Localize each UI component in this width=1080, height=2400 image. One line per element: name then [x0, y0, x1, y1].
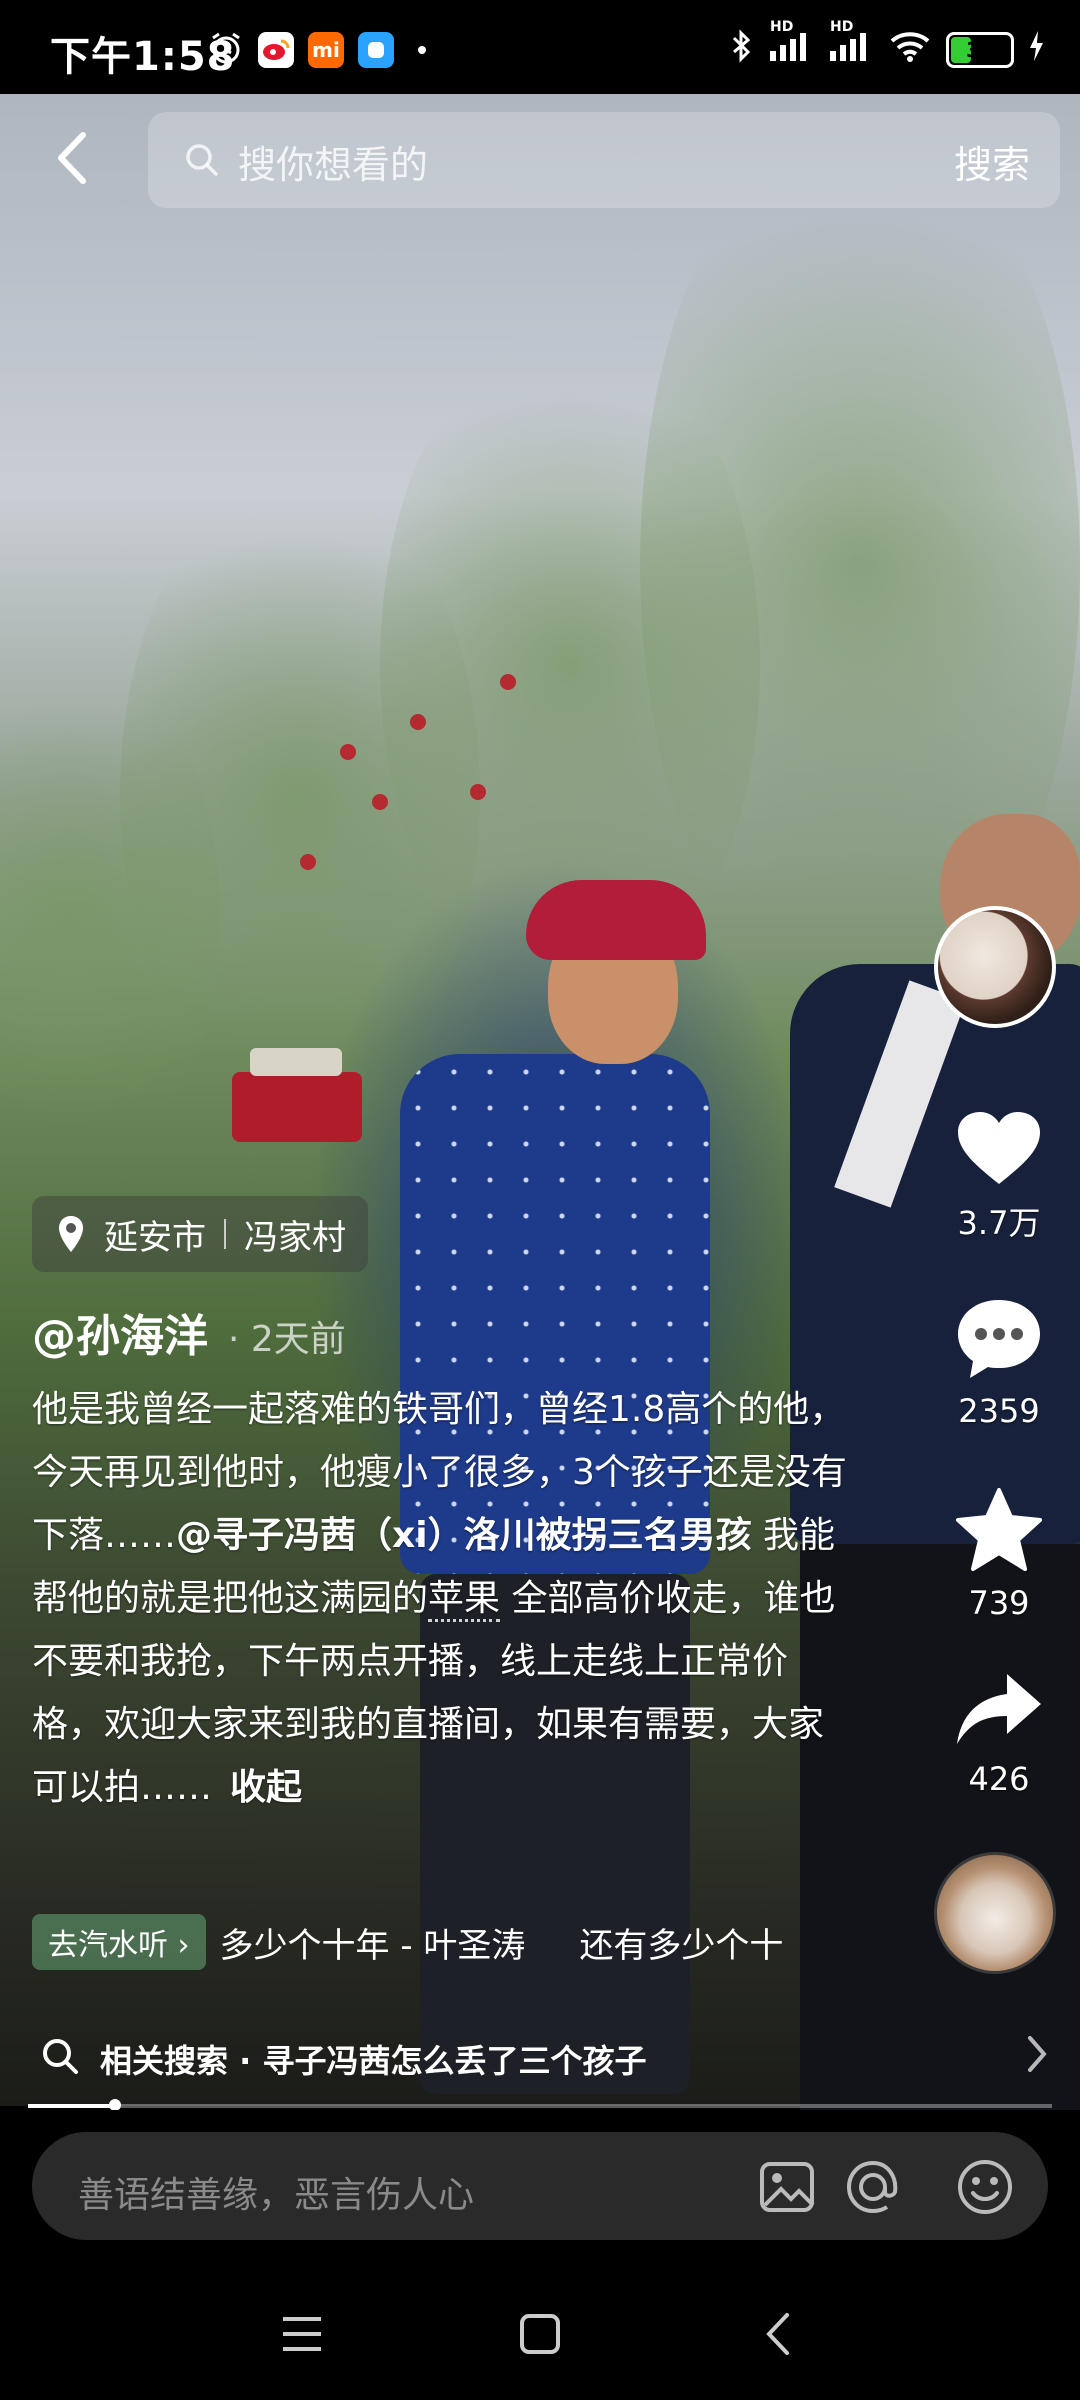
battery-icon: 33 [946, 32, 1014, 68]
post-time: · 2天前 [228, 1319, 346, 1360]
favorite-count: 739 [968, 1584, 1030, 1622]
image-icon[interactable] [756, 2156, 818, 2218]
status-bar: 下午1:58 mi HD HD 33 [0, 0, 1080, 94]
screen: 下午1:58 mi HD HD 33 搜你想看的 搜索 3.7万 2359 73… [0, 0, 1080, 2400]
battery-level: 33 [966, 38, 994, 62]
music-tag[interactable]: 去汽水听 › [32, 1914, 206, 1970]
app-icon [358, 32, 394, 68]
music-row[interactable]: 去汽水听 › 多少个十年 - 叶圣涛 还有多少个十 [32, 1914, 892, 1970]
author-name[interactable]: @孙海洋 [32, 1300, 208, 1364]
comment-bubble-icon [958, 1300, 1040, 1378]
search-icon [40, 2036, 80, 2084]
related-search-text: 相关搜索 · 寻子冯茜怎么丢了三个孩子 [100, 2042, 647, 2080]
search-placeholder: 搜你想看的 [238, 143, 429, 187]
alarm-icon [208, 30, 244, 70]
status-right: HD HD 33 [730, 19, 1044, 72]
comment-area: 善语结善缘，恶言伤人心 [0, 2110, 1080, 2260]
hd-label-2: HD [830, 19, 854, 35]
location-chip[interactable]: 延安市 冯家村 [32, 1196, 368, 1272]
comment-count: 2359 [958, 1392, 1040, 1430]
share-button[interactable]: 426 [934, 1670, 1064, 1798]
mi-icon: mi [308, 32, 344, 68]
search-icon [184, 142, 220, 182]
search-button[interactable]: 搜索 [954, 134, 1030, 189]
comment-input[interactable]: 善语结善缘，恶言伤人心 [32, 2132, 1048, 2240]
collapse-button[interactable]: 收起 [230, 1767, 302, 1808]
nav-back-icon[interactable] [748, 2304, 808, 2364]
comment-placeholder: 善语结善缘，恶言伤人心 [78, 2175, 475, 2216]
music-track: 多少个十年 - 叶圣涛 [219, 1925, 526, 1966]
home-square-icon[interactable] [510, 2304, 570, 2364]
video-caption: 他是我曾经一起落难的铁哥们，曾经1.8高个的他，今天再见到他时，他瘦小了很多，3… [32, 1378, 852, 1819]
heart-icon [958, 1112, 1040, 1184]
music-track-scroll: 还有多少个十 [579, 1925, 784, 1966]
comment-button[interactable]: 2359 [934, 1296, 1064, 1430]
hd-label-1: HD [770, 19, 794, 35]
menu-icon[interactable] [272, 2304, 332, 2364]
chevron-right-icon [1026, 2034, 1050, 2082]
status-app-icons: mi [208, 30, 426, 70]
back-arrow-icon [58, 132, 86, 184]
at-mention-icon[interactable] [842, 2156, 904, 2218]
back-button[interactable] [44, 126, 100, 190]
tricycle-cart [232, 1048, 362, 1142]
location-city: 延安市 [104, 1217, 206, 1258]
emoji-icon[interactable] [954, 2156, 1016, 2218]
location-pin-icon [59, 1216, 83, 1252]
like-button[interactable]: 3.7万 [934, 1108, 1064, 1244]
location-village: 冯家村 [244, 1217, 346, 1258]
author-avatar[interactable] [934, 906, 1056, 1028]
share-arrow-icon [957, 1674, 1041, 1744]
notification-dot-icon [418, 46, 426, 54]
search-input[interactable]: 搜你想看的 搜索 [148, 112, 1060, 208]
signal-icon-1: HD [768, 19, 814, 71]
caption-apple-link[interactable]: 苹果 [428, 1578, 501, 1622]
star-icon [956, 1488, 1042, 1571]
video-progress-bar[interactable] [28, 2099, 1052, 2111]
favorite-button[interactable]: 739 [934, 1486, 1064, 1622]
author-line: @孙海洋 · 2天前 [32, 1300, 346, 1364]
music-tag-label: 去汽水听 [48, 1928, 168, 1963]
music-disc[interactable] [934, 1852, 1056, 1974]
wifi-icon [888, 29, 932, 71]
related-search-bar[interactable]: 相关搜索 · 寻子冯茜怎么丢了三个孩子 [0, 2016, 1080, 2096]
caption-mention[interactable]: @寻子冯茜（xi）洛川被拐三名男孩 [176, 1515, 752, 1556]
signal-icon-2: HD [828, 19, 874, 71]
progress-fill [28, 2104, 116, 2108]
system-nav-bar [0, 2260, 1080, 2400]
charging-icon [1028, 31, 1044, 69]
share-count: 426 [968, 1760, 1030, 1798]
location-divider [224, 1219, 226, 1249]
bluetooth-icon [730, 28, 754, 72]
weibo-icon [258, 32, 294, 68]
like-count: 3.7万 [957, 1204, 1041, 1242]
